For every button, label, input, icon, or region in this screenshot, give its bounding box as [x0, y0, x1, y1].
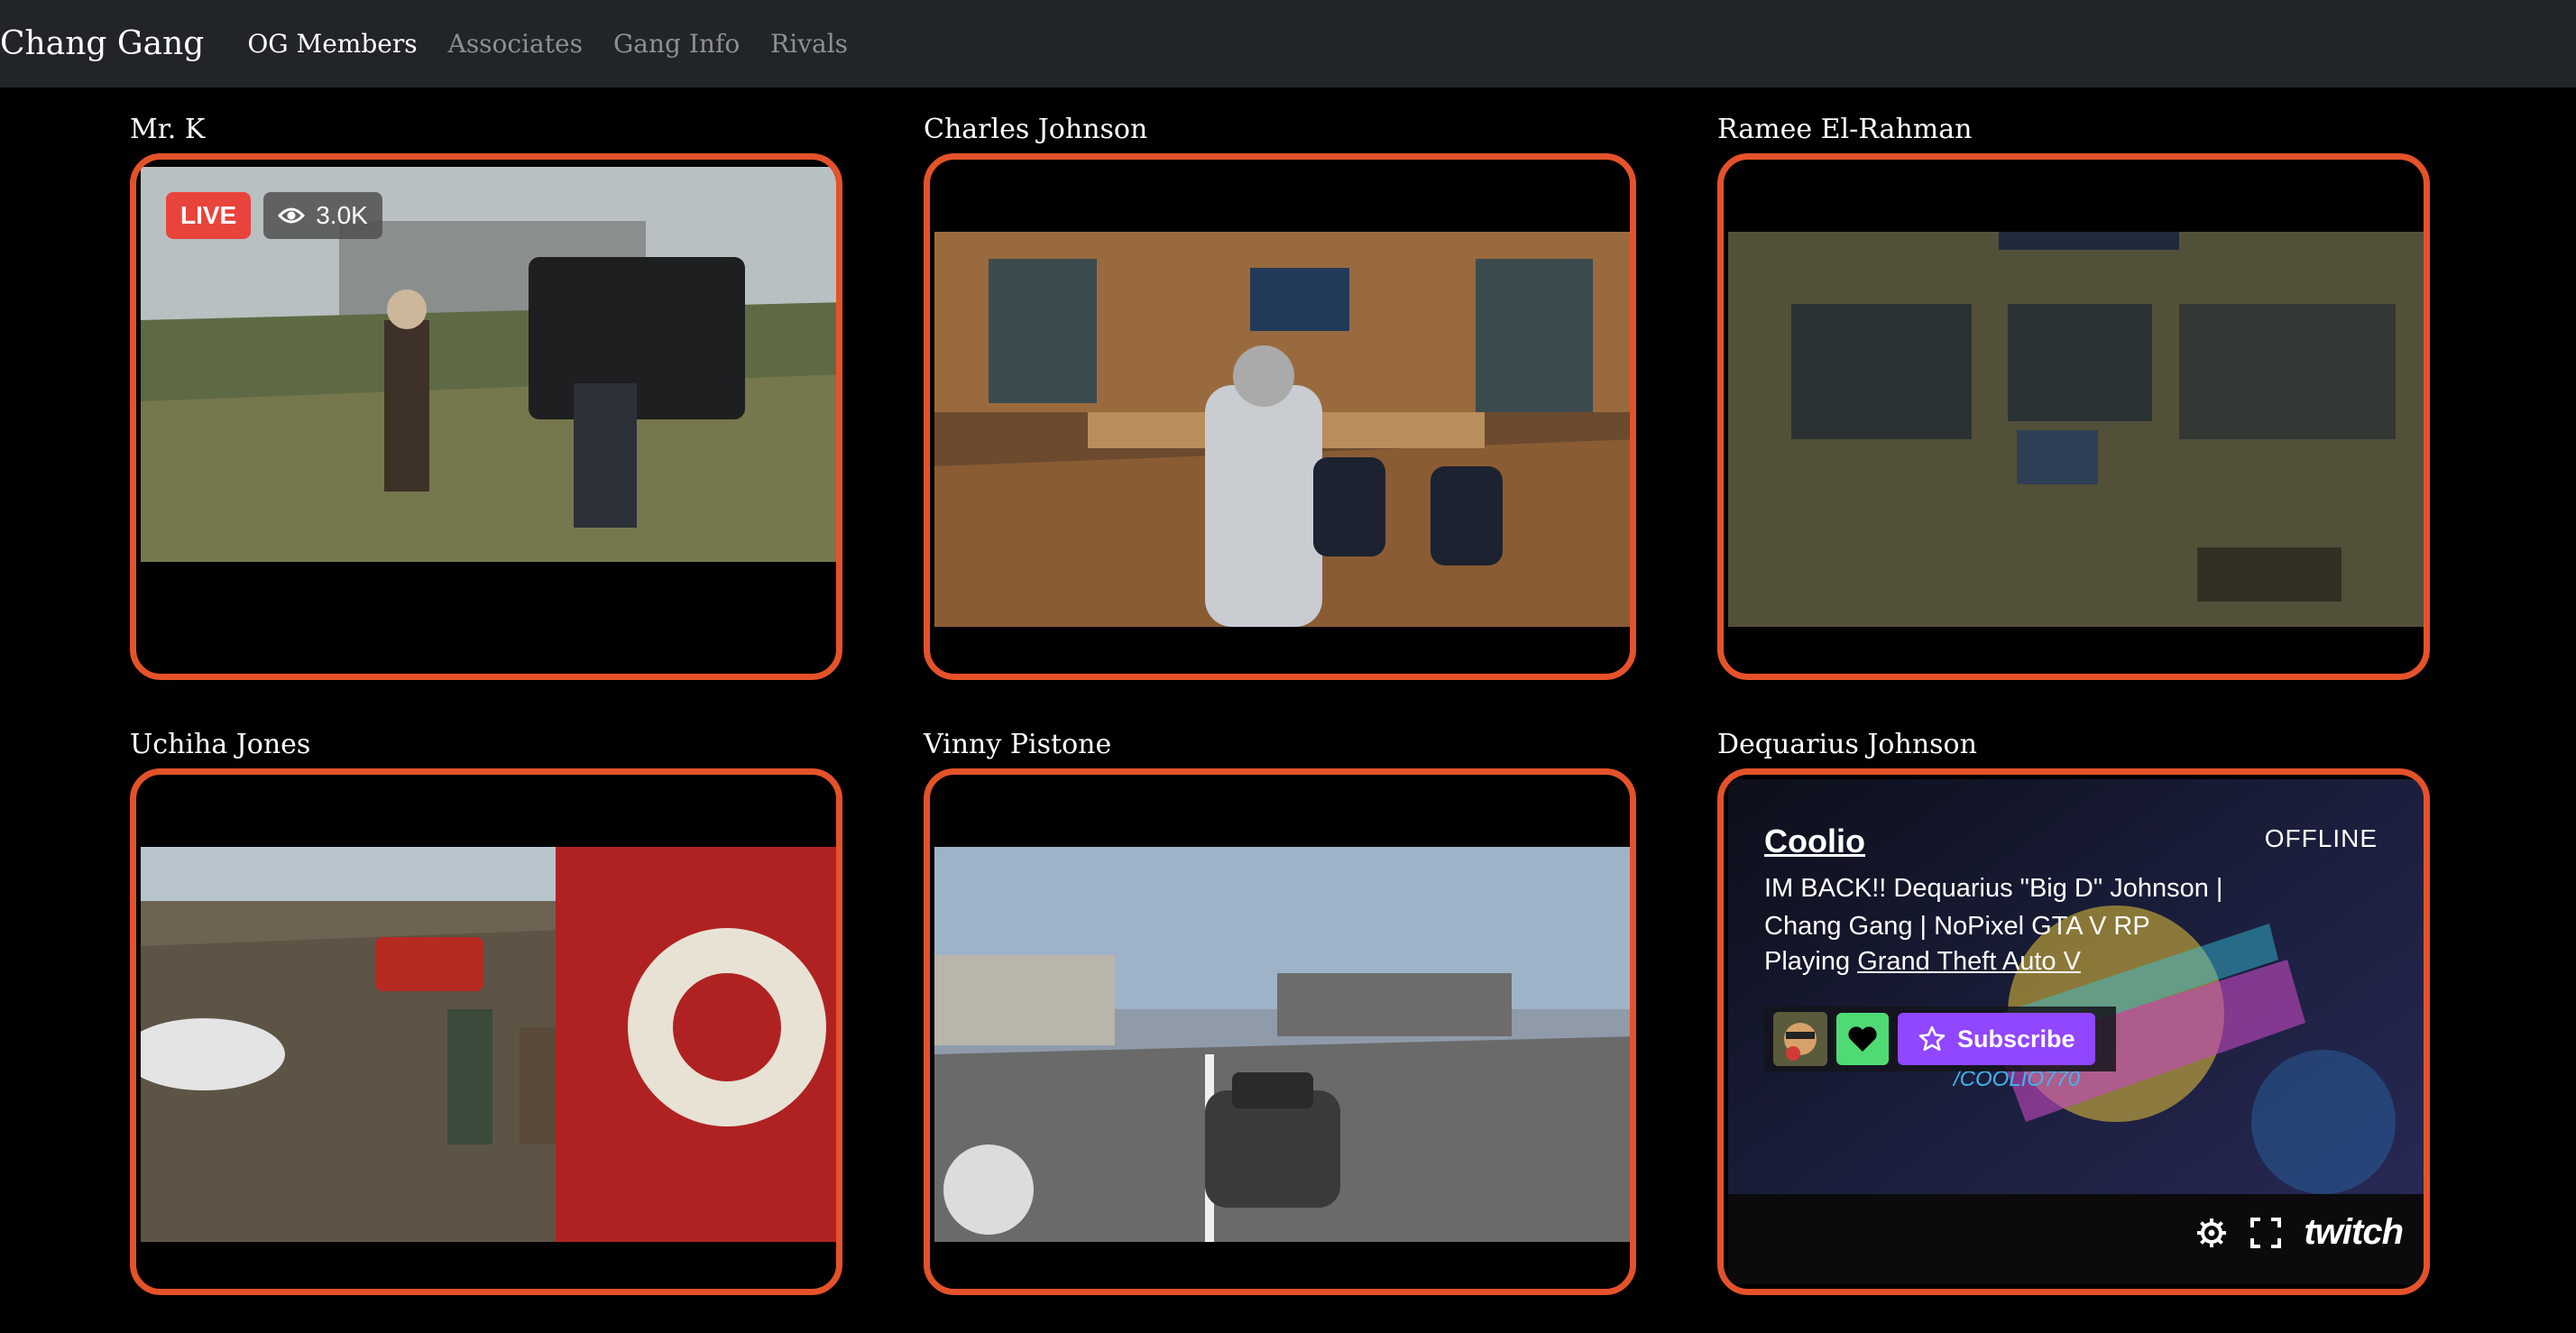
subscribe-label: Subscribe — [1957, 1025, 2075, 1053]
stream-video[interactable]: LIVE 3.0K — [141, 167, 836, 562]
viewer-count: 3.0K — [316, 201, 368, 229]
follow-button[interactable] — [1836, 1013, 1889, 1065]
member-name: Dequarius Johnson — [1717, 729, 1977, 760]
stream-embed-charles-johnson[interactable] — [924, 153, 1636, 680]
stream-frame-image — [141, 847, 836, 1242]
stream-embed-vinny-pistone[interactable] — [924, 768, 1636, 1295]
gear-icon — [2197, 1218, 2227, 1247]
stream-video[interactable] — [934, 232, 1630, 627]
stream-video[interactable] — [934, 847, 1630, 1242]
nav-og-members[interactable]: OG Members — [247, 29, 417, 59]
star-icon — [1918, 1025, 1946, 1052]
game-link[interactable]: Grand Theft Auto V — [1857, 947, 2081, 976]
channel-avatar[interactable] — [1773, 1012, 1827, 1066]
stream-video[interactable] — [141, 847, 836, 1242]
avatar-image — [1773, 1012, 1827, 1066]
stream-title: IM BACK!! Dequarius "Big D" Johnson | Ch… — [1764, 874, 2223, 941]
heart-icon — [1848, 1026, 1877, 1052]
nav-associates[interactable]: Associates — [448, 29, 583, 59]
eye-icon — [278, 207, 306, 224]
member-name: Uchiha Jones — [130, 729, 311, 760]
settings-button[interactable] — [2195, 1217, 2228, 1249]
live-badges: LIVE 3.0K — [166, 192, 382, 239]
navbar: Chang Gang OG Members Associates Gang In… — [0, 0, 2576, 87]
twitch-logo[interactable]: twitch — [2304, 1212, 2404, 1253]
member-name: Ramee El-Rahman — [1717, 114, 1973, 145]
subscribe-button[interactable]: Subscribe — [1898, 1013, 2095, 1065]
live-badge: LIVE — [166, 192, 252, 239]
stream-video[interactable] — [1728, 232, 2424, 627]
channel-name-link[interactable]: Coolio — [1764, 823, 1865, 860]
player-controls-bar: twitch — [1728, 1194, 2424, 1284]
stream-embed-mr-k[interactable]: LIVE 3.0K — [130, 153, 842, 680]
stream-embed-ramee-el-rahman[interactable] — [1717, 153, 2430, 680]
fullscreen-button[interactable] — [2249, 1217, 2282, 1249]
stream-frame-image — [1728, 232, 2424, 627]
offline-card: /COOLIO770 Coolio OFFLINE IM BACK!! Dequ… — [1728, 779, 2424, 1284]
stream-embed-uchiha-jones[interactable] — [130, 768, 842, 1295]
offline-status: OFFLINE — [2264, 824, 2378, 852]
stream-frame-image — [934, 847, 1630, 1242]
member-name: Mr. K — [130, 114, 206, 145]
stream-frame-image — [934, 232, 1630, 627]
playing-line: Playing Grand Theft Auto V — [1764, 947, 2081, 977]
nav-rivals[interactable]: Rivals — [770, 29, 848, 59]
player-controls: twitch — [2195, 1212, 2404, 1253]
stream-embed-dequarius-johnson[interactable]: /COOLIO770 Coolio OFFLINE IM BACK!! Dequ… — [1717, 768, 2430, 1295]
member-name: Charles Johnson — [924, 114, 1148, 145]
fullscreen-icon — [2250, 1217, 2282, 1248]
playing-prefix: Playing — [1764, 947, 1851, 976]
channel-actions: Subscribe — [1764, 1007, 2116, 1071]
member-name: Vinny Pistone — [924, 729, 1112, 760]
nav-gang-info[interactable]: Gang Info — [613, 29, 740, 59]
brand-link[interactable]: Chang Gang — [0, 25, 204, 62]
viewer-count-badge: 3.0K — [263, 192, 382, 239]
